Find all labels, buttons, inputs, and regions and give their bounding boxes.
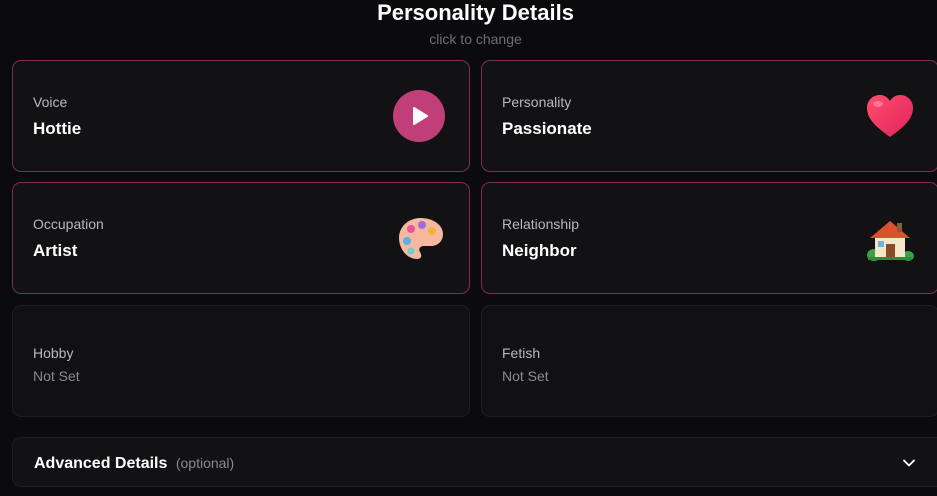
- play-voice-button[interactable]: [393, 90, 445, 142]
- page-subtitle: click to change: [429, 31, 522, 47]
- relationship-value: Neighbor: [502, 241, 577, 260]
- occupation-value: Artist: [33, 241, 78, 260]
- palette-icon: [399, 218, 443, 259]
- advanced-details-toggle[interactable]: Advanced Details (optional): [12, 437, 937, 487]
- personality-details-page: Personality Details click to change Voic…: [0, 0, 937, 496]
- occupation-label: Occupation: [33, 216, 104, 232]
- page-title: Personality Details: [377, 0, 574, 25]
- voice-label: Voice: [33, 94, 68, 110]
- voice-card[interactable]: Voice Hottie: [12, 60, 470, 172]
- hobby-card[interactable]: Hobby Not Set: [12, 305, 470, 417]
- hobby-value: Not Set: [33, 368, 80, 384]
- occupation-card[interactable]: Occupation Artist: [12, 182, 470, 294]
- voice-value: Hottie: [33, 119, 82, 138]
- play-icon: [413, 107, 428, 125]
- fetish-label: Fetish: [502, 345, 541, 361]
- relationship-label: Relationship: [502, 216, 580, 232]
- hobby-label: Hobby: [33, 345, 74, 361]
- personality-value: Passionate: [502, 119, 592, 138]
- relationship-card[interactable]: Relationship Neighbor: [481, 182, 937, 294]
- fetish-value: Not Set: [502, 368, 549, 384]
- personality-card[interactable]: Personality Passionate: [481, 60, 937, 172]
- chevron-down-icon[interactable]: [902, 456, 916, 470]
- personality-label: Personality: [502, 94, 572, 110]
- heart-icon: [867, 95, 913, 137]
- optional-hint: (optional): [175, 455, 235, 471]
- house-icon: [867, 221, 914, 261]
- advanced-details-label: Advanced Details: [34, 455, 168, 472]
- fetish-card[interactable]: Fetish Not Set: [481, 305, 937, 417]
- advanced-details-title: Advanced Details (optional): [34, 455, 234, 473]
